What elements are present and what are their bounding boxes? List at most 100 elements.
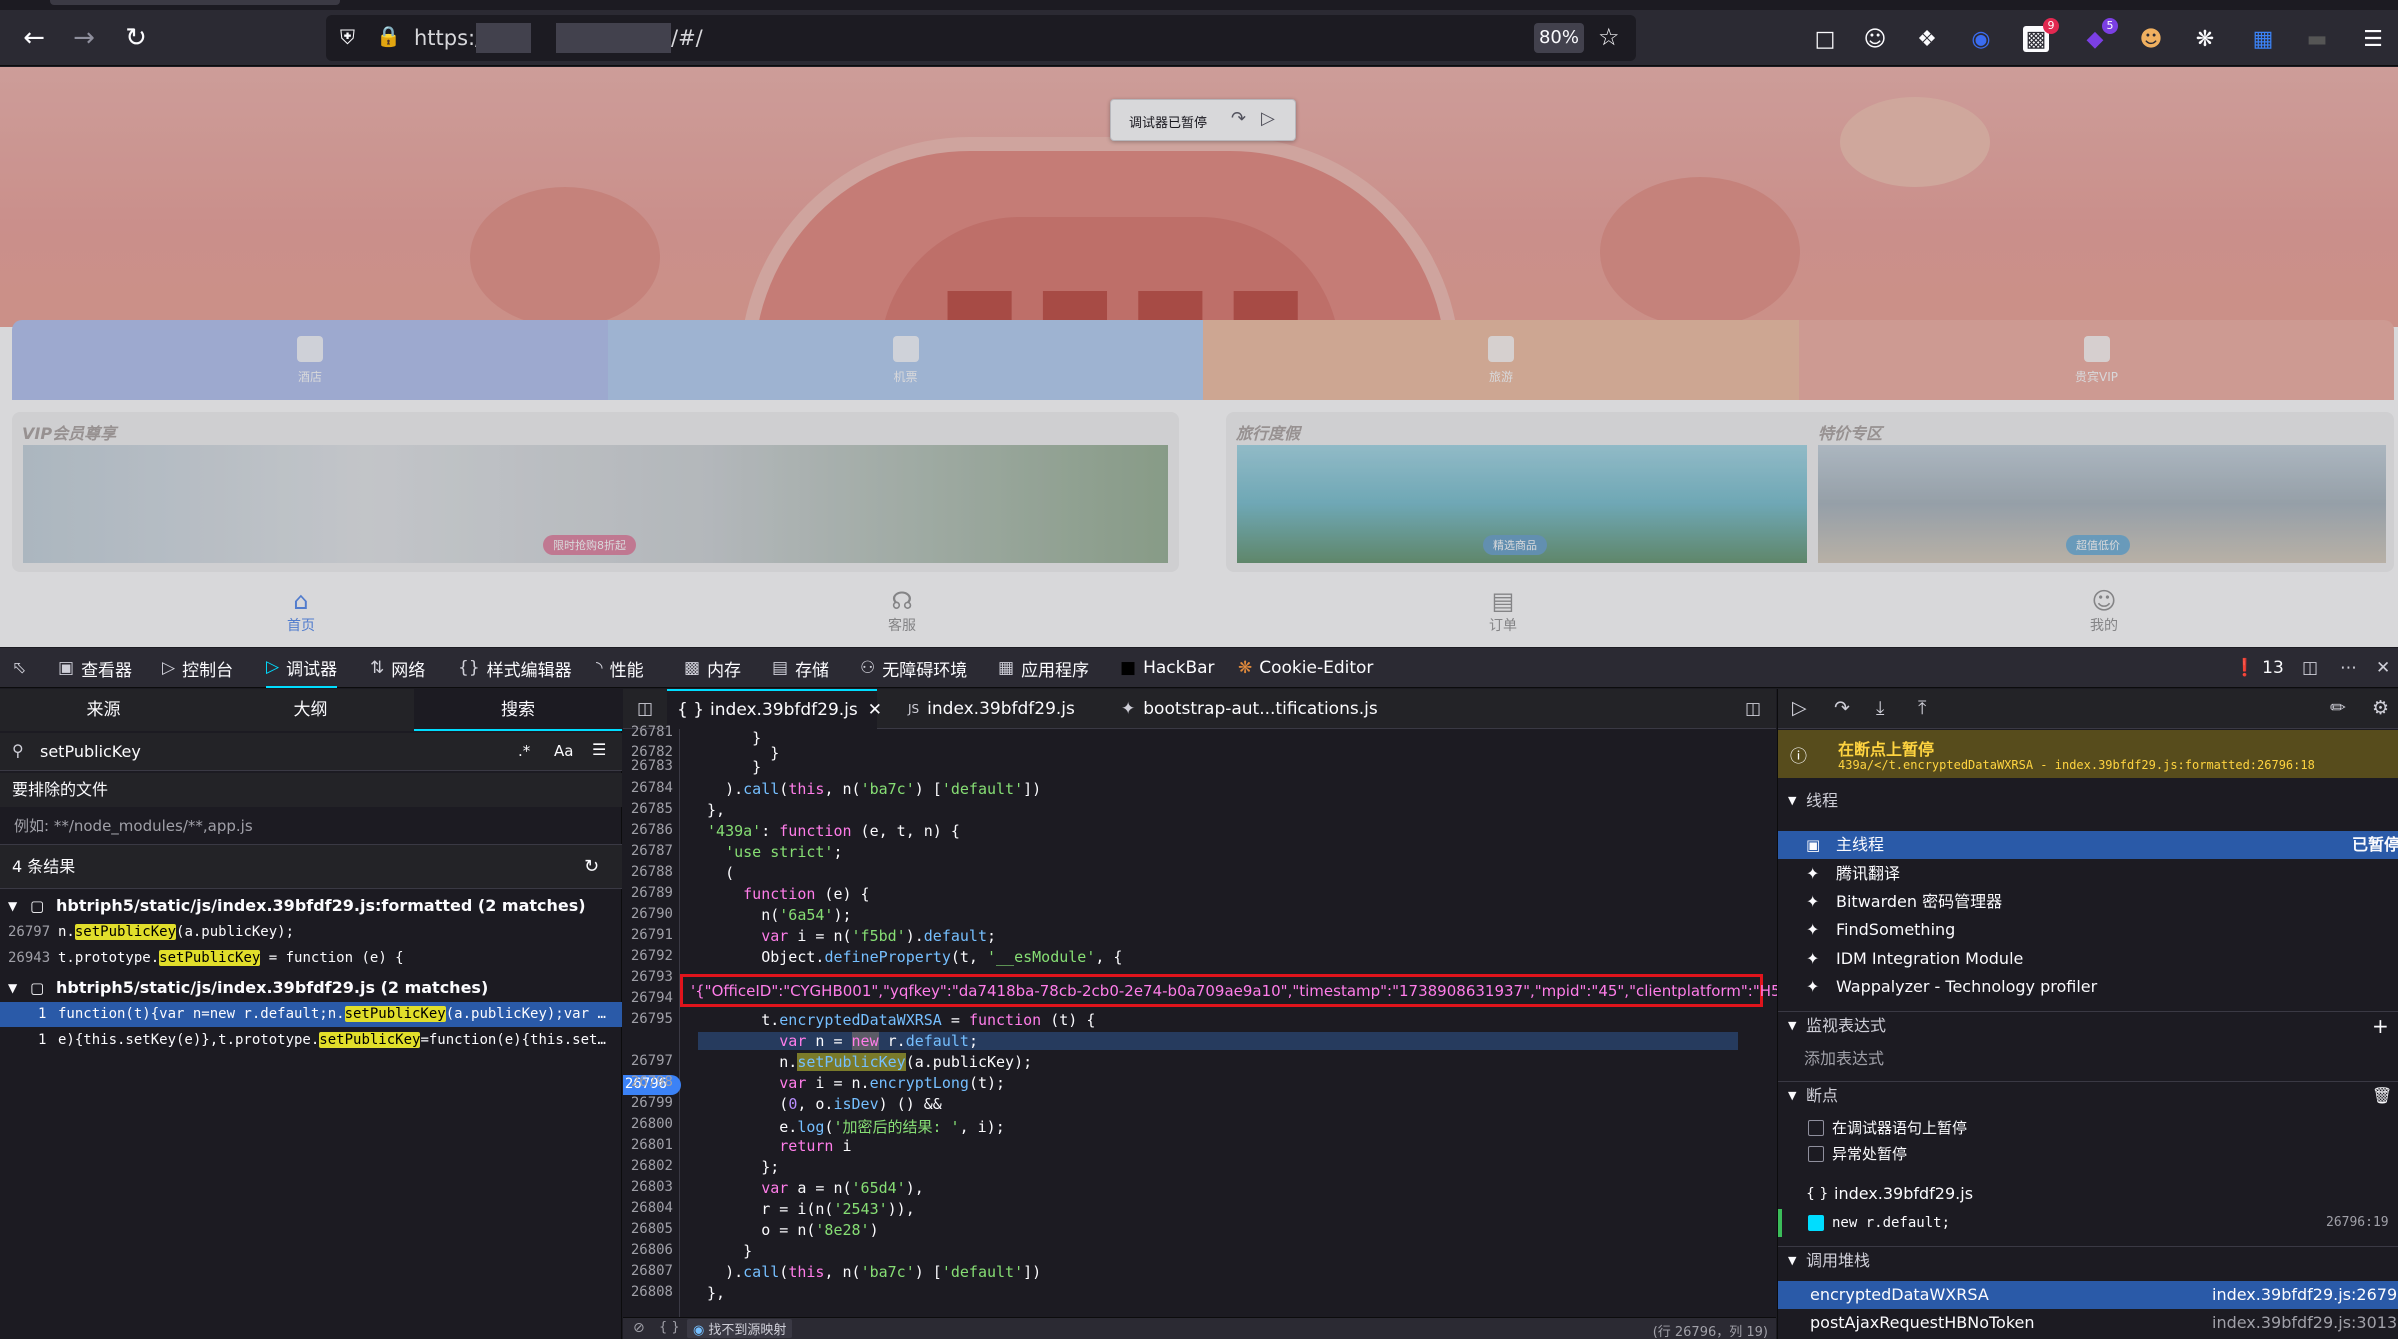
tab-profile[interactable]: ☺ 我的	[2064, 587, 2144, 635]
reload-icon[interactable]: ↻	[116, 18, 156, 58]
stack-frame-selected[interactable]: encryptedDataWXRSA index.39bfdf29.js:267…	[1778, 1281, 2398, 1309]
active-tab[interactable]	[50, 0, 340, 5]
tab-console[interactable]: ▷ 控制台	[162, 648, 233, 688]
line-number[interactable]: 26783	[631, 758, 673, 774]
whole-word-icon[interactable]: ☰	[592, 740, 606, 759]
shield-icon[interactable]: ⛨	[340, 25, 355, 49]
exclude-input[interactable]: 例如: **/node_modules/**,app.js	[0, 807, 622, 845]
line-number[interactable]: 26792	[631, 948, 673, 964]
tab-style-editor[interactable]: {} 样式编辑器	[458, 648, 572, 688]
tab-cookie-editor[interactable]: ❋ Cookie-Editor	[1238, 648, 1373, 688]
thread-item[interactable]: ✦ 腾讯翻译	[1778, 860, 2398, 888]
checkbox[interactable]	[1808, 1120, 1824, 1136]
extension-square-icon[interactable]: ▦	[2250, 26, 2276, 52]
threads-header[interactable]: ▼ 线程	[1778, 788, 2398, 814]
zoom-indicator[interactable]: 80%	[1534, 23, 1584, 53]
extensions-icon[interactable]: ❖	[1914, 26, 1940, 52]
trash-icon[interactable]: 🗑	[2372, 1082, 2392, 1110]
line-number[interactable]: 26785	[631, 801, 673, 817]
breakpoints-header[interactable]: ▼ 断点 🗑	[1778, 1081, 2398, 1109]
tab-application[interactable]: ▦ 应用程序	[998, 648, 1089, 688]
watch-input[interactable]: 添加表达式	[1778, 1045, 2398, 1073]
result-file[interactable]: ▼ ▢ hbtriph5/static/js/index.39bfdf29.js…	[0, 893, 622, 919]
result-match-selected[interactable]: 1 function(t){var n=new r.default;n.setP…	[0, 1002, 622, 1027]
result-match[interactable]: 26943 t.prototype.setPublicKey = functio…	[0, 945, 622, 971]
deactivate-breakpoints-icon[interactable]: ✏	[2330, 697, 2346, 719]
category-travel[interactable]: 旅游	[1203, 320, 1799, 400]
paused-detail[interactable]: 439a/</t.encryptedDataWXRSA - index.39bf…	[1838, 758, 2315, 772]
extension-avatar-icon[interactable]: ☻	[2138, 26, 2164, 52]
add-icon[interactable]: +	[2372, 1012, 2389, 1040]
tab-sources[interactable]: 来源	[0, 689, 207, 731]
line-number[interactable]: 26801	[631, 1137, 673, 1153]
line-number[interactable]: 26803	[631, 1179, 673, 1195]
line-number[interactable]: 26800	[631, 1116, 673, 1132]
line-number[interactable]: 26793	[631, 969, 673, 985]
result-match[interactable]: 26797 n.setPublicKey(a.publicKey);	[0, 919, 622, 945]
line-number[interactable]: 26791	[631, 927, 673, 943]
tab-inspector[interactable]: ▣ 查看器	[58, 648, 132, 688]
pick-element-icon[interactable]: ⬁	[12, 648, 33, 688]
line-number[interactable]: 26804	[631, 1200, 673, 1216]
dock-icon[interactable]: ◫	[2302, 648, 2325, 688]
search-input[interactable]: setPublicKey	[40, 742, 141, 761]
cookie-icon[interactable]: ❋	[2192, 26, 2218, 52]
extension-dark-icon[interactable]: ▬	[2304, 26, 2330, 52]
back-icon[interactable]: ←	[14, 18, 54, 58]
checkbox-checked[interactable]	[1808, 1215, 1824, 1231]
villa-photo[interactable]: 超值低价	[1818, 445, 2386, 563]
tab-accessibility[interactable]: ⚇ 无障碍环境	[860, 648, 967, 688]
extension-purple-icon[interactable]: ◆ 5	[2082, 18, 2118, 52]
result-file[interactable]: ▼ ▢ hbtriph5/static/js/index.39bfdf29.js…	[0, 975, 622, 1001]
tab-outline[interactable]: 大纲	[207, 689, 414, 731]
line-number[interactable]: 26797	[631, 1053, 673, 1069]
category-flight[interactable]: 机票	[608, 320, 1203, 400]
step-out-icon[interactable]: ⤒	[1918, 697, 1926, 719]
editor-tab[interactable]: ✦ bootstrap-aut...tifications.js	[1121, 689, 1378, 729]
tab-storage[interactable]: ▤ 存储	[772, 648, 829, 688]
lock-icon[interactable]: 🔒	[376, 24, 401, 48]
line-number[interactable]: 26789	[631, 885, 673, 901]
error-counter[interactable]: ❗ 13	[2234, 648, 2284, 688]
regex-toggle[interactable]: .*	[518, 742, 530, 760]
stack-frame[interactable]: postAjaxRequestHBNoToken index.39bfdf29.…	[1778, 1309, 2398, 1337]
extension-blue-icon[interactable]: ◉	[1968, 26, 1994, 52]
thread-item[interactable]: ✦ Wappalyzer - Technology profiler	[1778, 973, 2398, 1001]
more-icon[interactable]: ⋯	[2340, 648, 2364, 688]
refresh-icon[interactable]: ↻	[584, 845, 599, 888]
case-toggle[interactable]: Aa	[554, 742, 573, 760]
tab-service[interactable]: ☊ 客服	[862, 587, 942, 635]
line-number[interactable]: 26795	[631, 1011, 673, 1027]
tab-hackbar[interactable]: ■ HackBar	[1120, 648, 1215, 688]
watch-header[interactable]: ▼ 监视表达式 +	[1778, 1011, 2398, 1039]
editor-tab-active[interactable]: { } index.39bfdf29.js ✕	[667, 689, 882, 729]
line-number[interactable]: 26808	[631, 1284, 673, 1300]
step-over-icon[interactable]: ↷	[1231, 108, 1246, 129]
bp-file[interactable]: { } index.39bfdf29.js	[1778, 1180, 2398, 1208]
line-number[interactable]: 26787	[631, 843, 673, 859]
pretty-print-icon[interactable]: { }	[659, 1320, 680, 1335]
tab-debugger[interactable]: ▷ 调试器	[266, 648, 338, 688]
thread-item[interactable]: ✦ FindSomething	[1778, 916, 2398, 944]
line-number[interactable]: 26806	[631, 1242, 673, 1258]
settings-gear-icon[interactable]: ⚙	[2372, 697, 2389, 719]
category-vip[interactable]: 贵宾VIP	[1799, 320, 2394, 400]
bp-option[interactable]: 异常处暂停	[1778, 1141, 2398, 1167]
exclude-label[interactable]: 要排除的文件	[0, 773, 622, 807]
resume-icon[interactable]: ▷	[1261, 108, 1275, 129]
account-icon[interactable]: ☺	[1862, 26, 1888, 52]
line-number[interactable]: 26790	[631, 906, 673, 922]
tab-home[interactable]: ⌂ 首页	[261, 587, 341, 635]
line-number[interactable]: 26805	[631, 1221, 673, 1237]
thread-item[interactable]: ✦ IDM Integration Module	[1778, 945, 2398, 973]
bp-option[interactable]: 在调试器语句上暂停	[1778, 1115, 2398, 1141]
source-map-status[interactable]: ◉ 找不到源映射	[687, 1319, 793, 1338]
callstack-header[interactable]: ▼ 调用堆栈	[1778, 1246, 2398, 1274]
result-match[interactable]: 1 e){this.setKey(e)},t.prototype.setPubl…	[0, 1027, 622, 1053]
category-hotel[interactable]: 酒店	[12, 320, 608, 400]
tab-network[interactable]: ⇅ 网络	[370, 648, 425, 688]
menu-icon[interactable]: ☰	[2360, 26, 2386, 52]
thread-main[interactable]: ▣ 主线程 已暂停	[1778, 831, 2398, 859]
step-in-icon[interactable]: ⤓	[1876, 697, 1884, 719]
line-number[interactable]: 26807	[631, 1263, 673, 1279]
